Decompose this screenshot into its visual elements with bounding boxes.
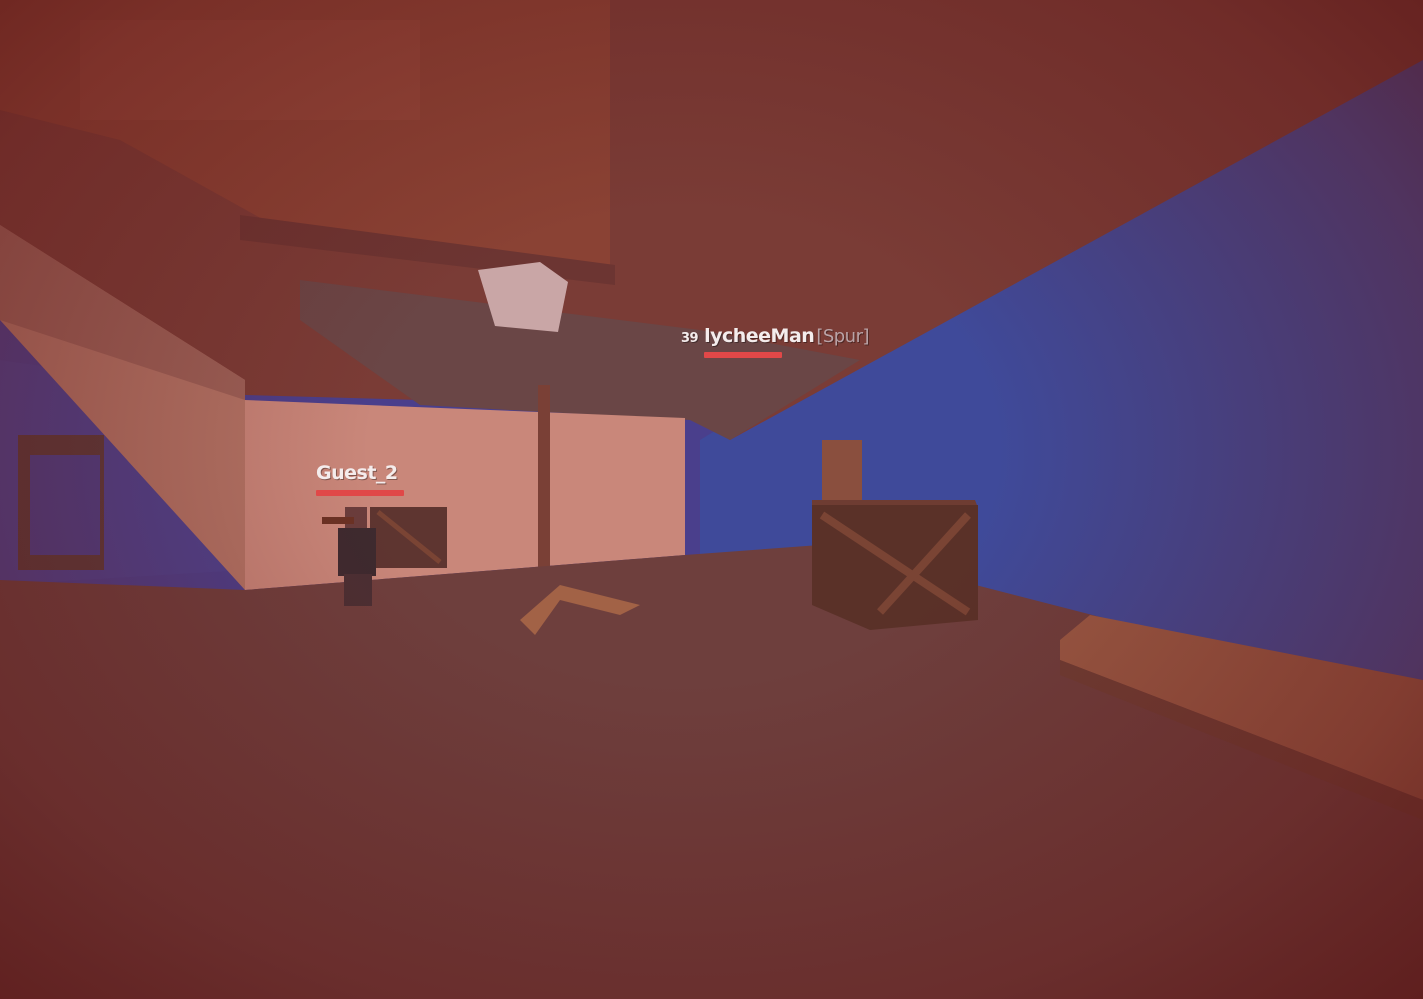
game-viewport[interactable]: Guest_2 39 lycheeMan [Spur] bbox=[0, 0, 1423, 999]
window-glass bbox=[30, 455, 100, 555]
player-healthbar bbox=[704, 352, 782, 358]
player-gun bbox=[322, 517, 354, 524]
support-pole bbox=[538, 385, 550, 575]
roof-plank-stripe bbox=[80, 20, 420, 120]
player-name: lycheeMan bbox=[704, 325, 815, 347]
game-scene bbox=[0, 0, 1423, 999]
player-nametag-lycheeman: 39 lycheeMan [Spur] bbox=[681, 325, 870, 347]
player-body bbox=[338, 528, 376, 576]
far-post bbox=[822, 440, 862, 500]
player-level: 39 bbox=[681, 331, 699, 346]
player-healthbar bbox=[316, 490, 404, 496]
player-legs bbox=[344, 574, 372, 606]
player-nametag-guest-2: Guest_2 bbox=[316, 462, 398, 484]
player-name: Guest_2 bbox=[316, 462, 398, 484]
player-clan: [Spur] bbox=[816, 326, 870, 347]
